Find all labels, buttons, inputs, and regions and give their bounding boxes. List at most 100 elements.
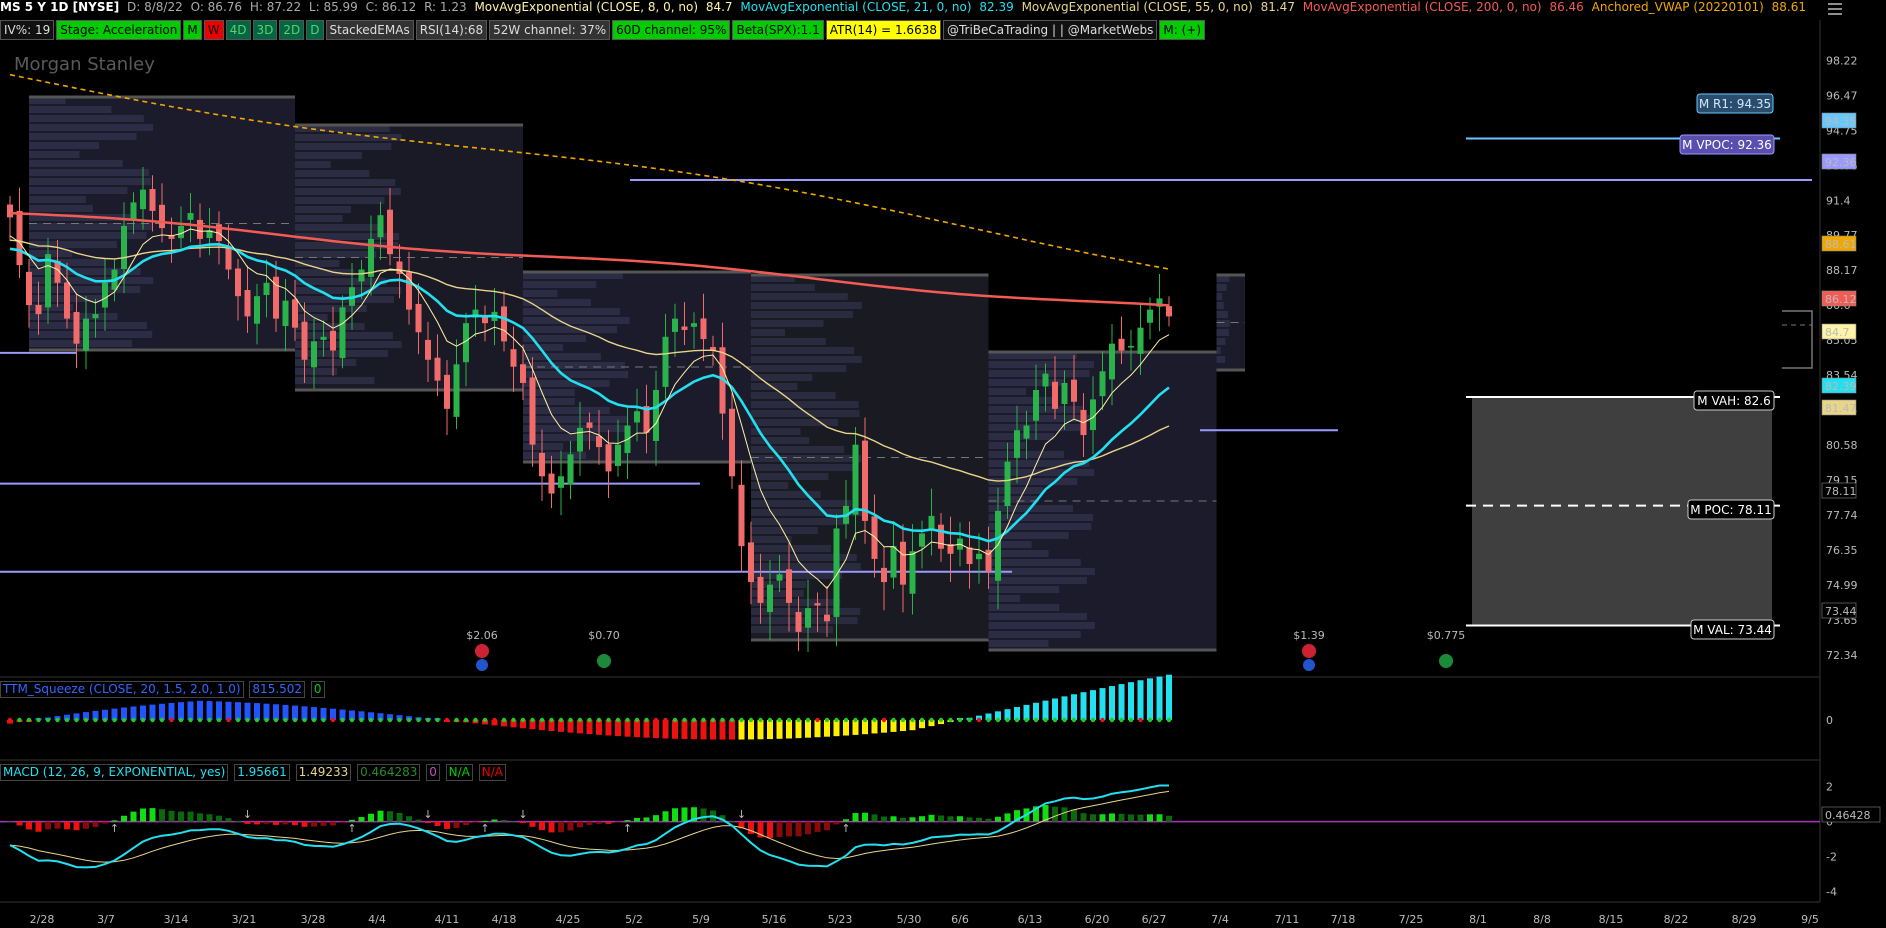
ttm-squeeze-dot [558,717,564,723]
x-tick-label: 5/16 [762,913,787,926]
candle-body [1061,382,1068,405]
ttm-squeeze-dot [1033,717,1039,723]
ttm-squeeze-dot [207,717,212,723]
ttm-squeeze-dot [777,717,782,723]
macd-histogram-bar [273,821,279,825]
macd-histogram-bar [292,821,298,826]
ttm-squeeze-dot [169,717,174,723]
study-badge[interactable]: IV%: 19 [0,20,55,40]
earnings-icon[interactable] [476,659,488,671]
macd-y-tick: 2 [1826,781,1833,794]
symbol-label[interactable]: MS 5 Y 1D [NYSE] [0,0,119,14]
chart-canvas[interactable]: $2.06 $0.70 $1.39 $0.775 0 2 0 -2 -4 0.46428 ↑ ↓ ↑… [0,0,1886,928]
ttm-histogram-bar [767,720,773,740]
ema55-label[interactable]: MovAvgExponential (CLOSE, 55, 0, no) [1022,0,1253,14]
study-badge[interactable]: RSI(14):68 [415,20,488,40]
ttm-histogram-bar [1080,692,1087,720]
ttm-squeeze-dot [1043,717,1048,723]
ttm-histogram-bar [1099,688,1106,720]
earnings-icon[interactable] [1302,644,1316,658]
x-tick-label: 8/8 [1533,913,1551,926]
watermark-company: Morgan Stanley [14,54,155,75]
volume-profile-bar [988,640,1049,647]
candle-body [814,603,821,606]
volume-profile-bar [295,143,392,150]
volume-profile-bar [29,169,150,176]
vwap-label[interactable]: Anchored_VWAP (20220101) [1592,0,1764,14]
ttm-squeeze-dot [45,717,51,723]
ema21-label[interactable]: MovAvgExponential (CLOSE, 21, 0, no) [740,0,971,14]
volume-profile-bar [751,302,862,309]
study-badge[interactable]: 60D channel: 95% [612,20,731,40]
study-badge[interactable]: ATR(14) = 1.6638 [825,20,941,40]
ttm-squeeze-dot [292,717,298,723]
x-tick-label: 8/22 [1664,913,1689,926]
macd-histogram-bar [976,817,982,822]
dividend-label: $2.06 [466,629,498,642]
ttm-squeeze-dot [283,717,288,723]
candle-body [501,306,507,342]
dividend-icon[interactable] [597,654,611,668]
candle-body [235,268,241,297]
ttm-squeeze-dot [159,717,165,723]
menu-icon[interactable] [1826,2,1844,16]
ema8-label[interactable]: MovAvgExponential (CLOSE, 8, 0, no) [474,0,698,14]
study-badge[interactable]: @TriBeCaTrading | | @MarketWebs [942,20,1158,40]
volume-profile-bar [29,241,117,248]
ttm-squeeze-dot [606,717,611,723]
study-badge[interactable]: 4D [225,20,251,40]
macd-histogram-bar [985,818,992,822]
study-badge[interactable]: 52W channel: 37% [489,20,611,40]
macd-histogram-bar [254,821,260,825]
study-badge[interactable]: 3D [252,20,278,40]
low-label: L: 85.99 [308,0,358,14]
x-tick-label: 5/9 [692,913,710,926]
macd-histogram-bar [168,810,175,822]
volume-profile-bar [988,433,1055,440]
candle-body [795,612,802,632]
ttm-squeeze-dot [17,717,22,723]
macd-histogram-bar [311,821,317,827]
ttm-squeeze-dot [150,717,155,723]
study-badge[interactable]: StackedEMAs [325,20,414,40]
macd-histogram-bar [1080,813,1087,822]
study-badge[interactable]: Stage: Acceleration [56,20,182,40]
macd-histogram-bar [83,821,89,829]
ttm-title[interactable]: TTM_Squeeze (CLOSE, 20, 1.5, 2.0, 1.0) [0,681,244,698]
macd-title[interactable]: MACD (12, 26, 9, EXPONENTIAL, yes) [0,764,229,781]
earnings-icon[interactable] [1303,659,1315,671]
study-badge[interactable]: M: (+) [1159,20,1206,40]
macd-histogram-bar [653,815,659,822]
ema21-value: 82.39 [979,0,1014,14]
volume-profile-bar [29,160,123,167]
study-badge[interactable]: 2D [279,20,305,40]
study-badge[interactable]: M [183,20,202,40]
ttm-histogram-bar [159,703,165,720]
volume-profile-bar [1216,302,1224,309]
volume-profile-bar [751,392,836,399]
y-tick-label: 76.35 [1826,544,1858,557]
study-badge[interactable]: Beta(SPX):1.1 [732,20,824,40]
dividend-icon[interactable] [1439,654,1453,668]
level-bubble-label: M POC: 78.11 [1690,503,1771,517]
candle-body [909,551,916,594]
ttm-squeeze-dot [549,717,554,723]
volume-profile-bar [1216,293,1223,300]
macd-histogram-bar [73,821,80,831]
price-tag-label: 86.12 [1825,293,1857,306]
volume-profile-bar [29,124,154,131]
earnings-icon[interactable] [475,644,489,658]
y-tick-label: 74.99 [1826,579,1858,592]
candle-body [1109,343,1115,380]
ttm-squeeze-dot [416,717,421,723]
ema200-label[interactable]: MovAvgExponential (CLOSE, 200, 0, no) [1303,0,1542,14]
ttm-squeeze-dot [957,717,963,723]
x-tick-label: 4/18 [492,913,517,926]
study-badge[interactable]: D [306,20,324,40]
candle-body [1137,327,1144,354]
x-tick-label: 6/6 [951,913,969,926]
candle-body [64,282,70,319]
candle-body [1128,345,1134,348]
study-badge[interactable]: W [203,20,224,40]
macd-histogram-bar [662,811,669,822]
